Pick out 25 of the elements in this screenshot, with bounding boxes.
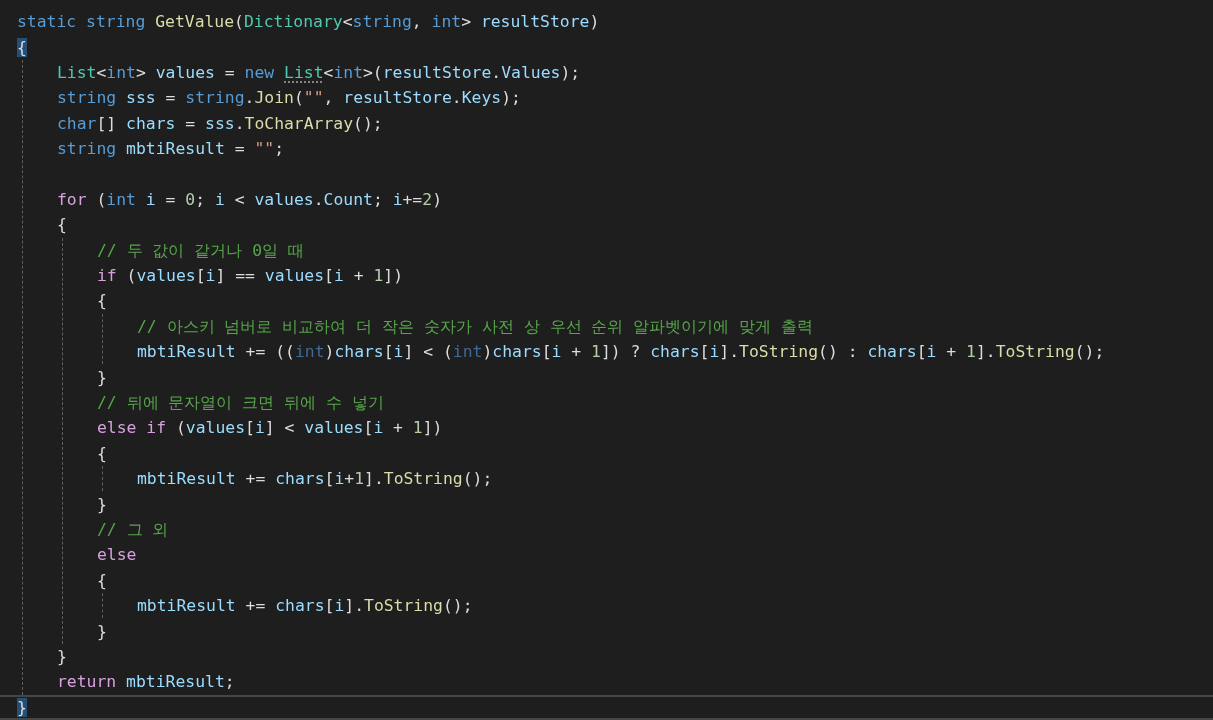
code-line: for (int i = 0; i < values.Count; i+=2) [57,188,442,210]
code-line: { [97,290,107,312]
code-line: mbtiResult += ((int)chars[i] < (int)chars[i + 1]) ? chars[i].ToString() : chars[i + 1].ToString(); [137,341,1105,363]
code-comment: // 뒤에 문자열이 크면 뒤에 수 넣기 [97,392,384,414]
code-line: string sss = string.Join("", resultStore.Keys); [57,87,521,109]
code-comment: // 두 값이 같거나 0일 때 [97,239,304,261]
code-line: { [57,214,67,236]
code-line: { [97,442,107,464]
code-line: mbtiResult += chars[i+1].ToString(); [137,468,493,490]
code-line: char[] chars = sss.ToCharArray(); [57,112,383,134]
code-line: } [57,645,67,667]
code-line: if (values[i] == values[i + 1]) [97,265,403,287]
code-line: else [97,544,137,566]
code-line: mbtiResult += chars[i].ToString(); [137,595,473,617]
code-line: else if (values[i] < values[i + 1]) [97,417,443,439]
code-comment: // 아스키 넘버로 비교하여 더 작은 숫자가 사전 상 우선 순위 알파벳이기에 맞게 출력 [137,315,814,337]
code-line: } [97,493,107,515]
code-line: } [97,620,107,642]
code-line: { [97,569,107,591]
code-line: return mbtiResult; [57,671,235,693]
code-line: List<int> values = new List<int>(resultStore.Values); [57,61,581,83]
code-comment: // 그 외 [97,519,169,540]
code-line: static string GetValue(Dictionary<string, int> resultStore) [17,11,600,33]
code-line: } [97,366,107,388]
code-line: string mbtiResult = ""; [57,138,284,160]
